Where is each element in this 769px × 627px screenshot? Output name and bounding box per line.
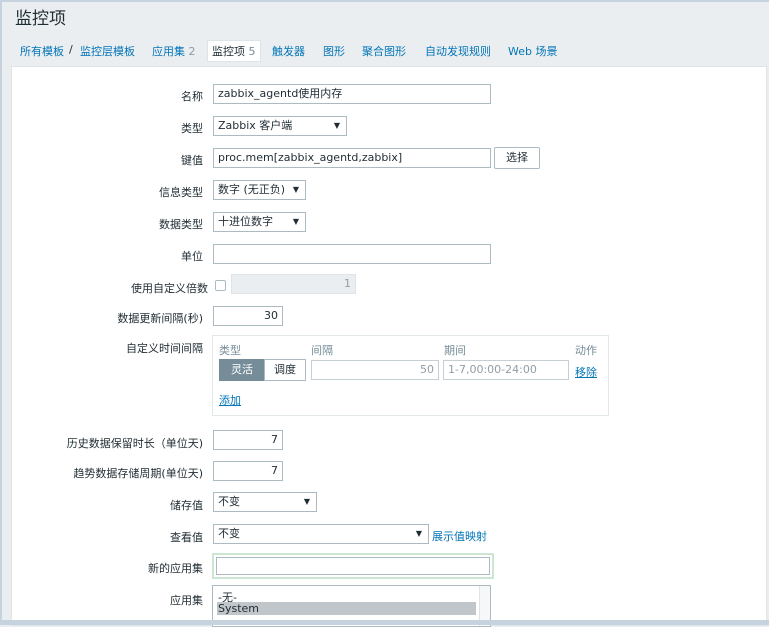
tab-items[interactable]: 监控项 5 <box>207 40 261 62</box>
data-type-label: 数据类型 <box>159 218 203 231</box>
tab-web-scenarios[interactable]: Web 场景 <box>508 43 557 59</box>
key-label: 键值 <box>181 154 203 167</box>
data-type-select[interactable]: 十进位数字 ▼ <box>213 212 306 232</box>
info-type-select[interactable]: 数字 (无正负) ▼ <box>213 180 306 200</box>
chevron-down-icon: ▼ <box>303 497 310 506</box>
interval-input[interactable]: 50 <box>311 360 439 380</box>
remove-interval-link[interactable]: 移除 <box>575 364 597 380</box>
units-input[interactable] <box>213 244 491 264</box>
add-interval-link[interactable]: 添加 <box>219 392 241 408</box>
name-label: 名称 <box>181 90 203 103</box>
chevron-down-icon: ▼ <box>333 121 340 130</box>
custom-intervals-label: 自定义时间间隔 <box>126 342 203 355</box>
left-edge <box>0 0 2 625</box>
update-interval-input[interactable]: 30 <box>213 306 283 326</box>
multiplier-label: 使用自定义倍数 <box>131 282 208 295</box>
item-form: 名称 zabbix_agentd使用内存 类型 Zabbix 客户端 ▼ 键值 p… <box>11 66 767 627</box>
select-key-button[interactable]: 选择 <box>494 147 540 169</box>
chevron-down-icon: ▼ <box>292 185 299 194</box>
scheduling-toggle[interactable]: 调度 <box>264 359 306 381</box>
top-border <box>0 0 769 2</box>
custom-intervals-table: 类型 间隔 期间 动作 灵活 调度 50 1-7,00:00-24:00 移除 … <box>212 335 609 416</box>
chevron-down-icon: ▼ <box>415 529 422 538</box>
applications-label: 应用集 <box>170 594 203 607</box>
show-value-mappings-link[interactable]: 展示值映射 <box>432 528 487 544</box>
chevron-down-icon: ▼ <box>292 217 299 226</box>
trends-label: 趋势数据存储周期(单位天) <box>73 467 203 480</box>
tab-screens[interactable]: 聚合图形 <box>362 43 406 59</box>
units-label: 单位 <box>181 250 203 263</box>
tab-applications[interactable]: 应用集 2 <box>152 43 196 59</box>
tab-bar: 所有模板 / 监控层模板 应用集 2 监控项 5 触发器 图形 聚合图形 自动发… <box>0 36 769 64</box>
type-label: 类型 <box>181 122 203 135</box>
col-interval-header: 间隔 <box>311 344 333 357</box>
trends-input[interactable]: 7 <box>213 461 283 481</box>
page-title: 监控项 <box>15 9 66 29</box>
history-input[interactable]: 7 <box>213 430 283 450</box>
tab-discovery-rules[interactable]: 自动发现规则 <box>425 43 491 59</box>
tab-triggers[interactable]: 触发器 <box>272 43 305 59</box>
info-type-label: 信息类型 <box>159 186 203 199</box>
new-application-label: 新的应用集 <box>148 562 203 575</box>
show-value-label: 查看值 <box>170 531 203 544</box>
col-period-header: 期间 <box>444 344 466 357</box>
update-interval-label: 数据更新间隔(秒) <box>117 312 203 325</box>
store-value-label: 储存值 <box>170 499 203 512</box>
history-label: 历史数据保留时长（单位天) <box>66 437 203 450</box>
list-item[interactable]: System <box>217 602 476 615</box>
show-value-select[interactable]: 不变 ▼ <box>213 524 429 544</box>
type-select[interactable]: Zabbix 客户端 ▼ <box>213 116 347 136</box>
period-input[interactable]: 1-7,00:00-24:00 <box>443 360 569 380</box>
new-application-input[interactable] <box>212 553 494 579</box>
col-action-header: 动作 <box>575 344 597 357</box>
breadcrumb-template[interactable]: 监控层模板 <box>80 43 135 59</box>
bottom-border <box>0 620 769 625</box>
breadcrumb-all-templates[interactable]: 所有模板 <box>20 43 64 59</box>
key-input[interactable]: proc.mem[zabbix_agentd,zabbix] <box>213 148 491 168</box>
col-type-header: 类型 <box>219 344 241 357</box>
flexible-toggle[interactable]: 灵活 <box>219 359 265 381</box>
name-input[interactable]: zabbix_agentd使用内存 <box>213 84 491 104</box>
breadcrumb-separator: / <box>69 43 73 56</box>
multiplier-checkbox[interactable] <box>215 280 226 291</box>
tab-graphs[interactable]: 图形 <box>323 43 345 59</box>
store-value-select[interactable]: 不变 ▼ <box>213 492 317 512</box>
multiplier-input[interactable]: 1 <box>231 274 356 294</box>
